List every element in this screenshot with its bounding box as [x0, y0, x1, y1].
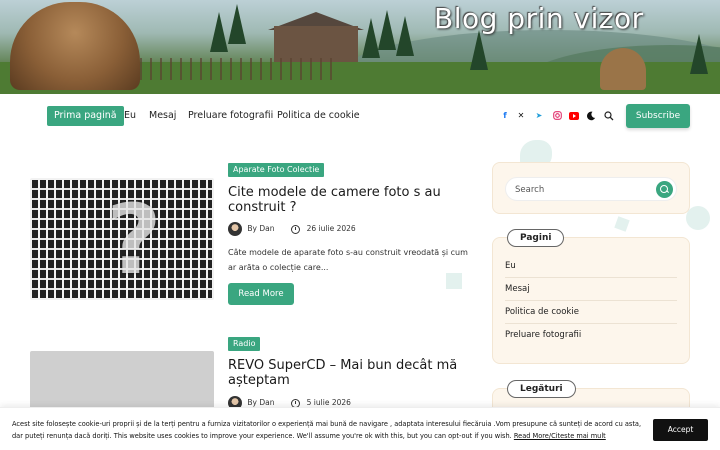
search-placeholder: Search [515, 185, 545, 195]
cookie-banner: Acest site folosește cookie-uri proprii … [0, 407, 720, 450]
post-meta: By Dan 26 iulie 2026 [228, 222, 356, 236]
post-excerpt: Câte modele de aparate foto s-au constru… [228, 248, 468, 272]
search-input[interactable]: Search [505, 177, 677, 201]
post-title[interactable]: REVO SuperCD – Mai bun decât mă așteptam [228, 358, 478, 388]
banner-haystack [600, 48, 646, 90]
sidebar-page-link[interactable]: Preluare fotografii [505, 324, 677, 347]
post-date: 26 iulie 2026 [306, 224, 356, 233]
banner-hut [274, 26, 358, 62]
post-author[interactable]: By Dan [247, 398, 274, 407]
banner-haystack [10, 2, 140, 90]
post-title[interactable]: Cite modele de camere foto s au construi… [228, 185, 478, 215]
read-more-button[interactable]: Read More [228, 283, 294, 305]
nav-item-politica-cookie[interactable]: Politica de cookie [270, 106, 367, 126]
accept-cookies-button[interactable]: Accept [653, 419, 708, 441]
avatar [228, 222, 242, 236]
nav-item-eu[interactable]: Eu [117, 106, 143, 126]
widget-heading: Pagini [507, 229, 565, 247]
widget-heading: Legături [507, 380, 576, 398]
post-thumbnail[interactable]: ? [30, 178, 214, 300]
decorative-shape [686, 206, 710, 230]
nav-item-preluare-fotografii[interactable]: Preluare fotografii [181, 106, 280, 126]
question-mark-icon: ? [106, 184, 162, 296]
facebook-icon[interactable]: f [497, 108, 513, 124]
decorative-shape [446, 273, 462, 289]
search-widget: Search [492, 162, 690, 214]
sidebar-page-link[interactable]: Politica de cookie [505, 301, 677, 324]
instagram-icon[interactable] [549, 108, 565, 124]
x-icon[interactable]: ✕ [513, 108, 529, 124]
dark-mode-icon[interactable] [583, 108, 599, 124]
blog-title[interactable]: Blog prin vizor [434, 2, 644, 35]
cookie-text: Acest site folosește cookie-uri proprii … [12, 418, 642, 442]
category-badge[interactable]: Radio [228, 337, 261, 351]
decorative-shape [614, 216, 630, 232]
banner-tree [378, 10, 396, 50]
sidebar-page-link[interactable]: Mesaj [505, 278, 677, 301]
telegram-icon[interactable]: ➤ [531, 108, 547, 124]
cookie-read-more-link[interactable]: Read More/Citeste mai mult [514, 432, 606, 440]
search-icon[interactable] [601, 108, 617, 124]
banner-tree [396, 16, 414, 56]
banner-tree [470, 30, 488, 70]
subscribe-button[interactable]: Subscribe [626, 104, 690, 128]
search-button[interactable] [656, 181, 673, 198]
banner-tree [228, 4, 246, 44]
banner-tree [210, 12, 228, 52]
youtube-icon[interactable] [566, 108, 582, 124]
post-author[interactable]: By Dan [247, 224, 274, 233]
clock-icon [291, 224, 301, 234]
main-nav: Prima pagină Eu Mesaj Preluare fotografi… [0, 94, 720, 140]
category-badge[interactable]: Aparate Foto Colectie [228, 163, 325, 177]
banner-tree [690, 34, 708, 74]
nav-item-home[interactable]: Prima pagină [47, 106, 124, 126]
header-banner: Blog prin vizor [0, 0, 720, 94]
post-date: 5 iulie 2026 [306, 398, 351, 407]
sidebar-page-link[interactable]: Eu [505, 255, 677, 278]
pages-widget: Pagini Eu Mesaj Politica de cookie Prelu… [492, 229, 690, 364]
nav-item-mesaj[interactable]: Mesaj [142, 106, 183, 126]
